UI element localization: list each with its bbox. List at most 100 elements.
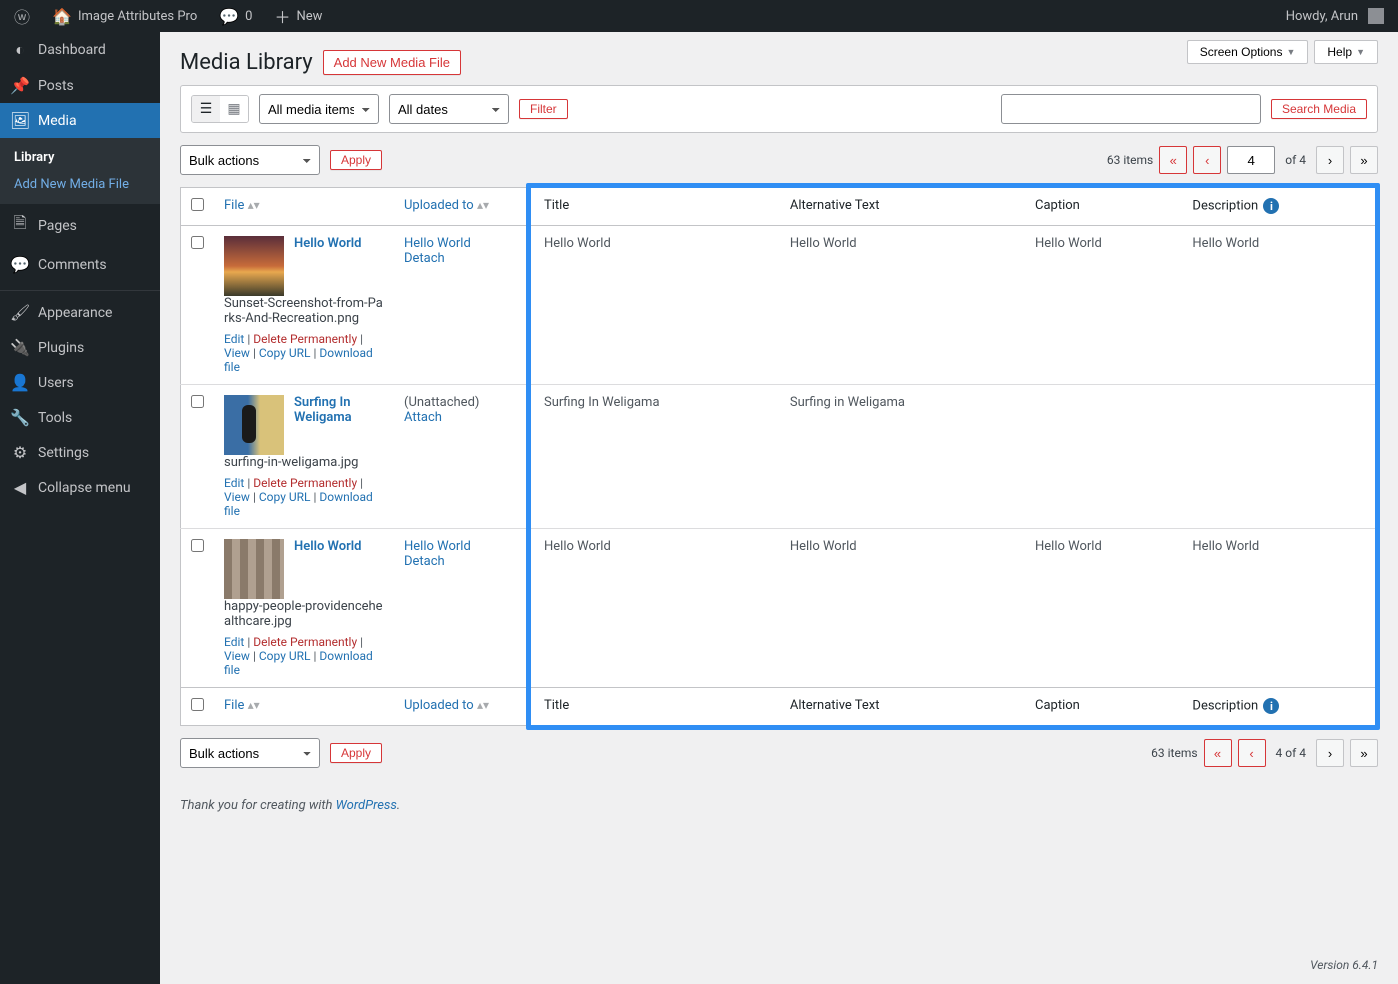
col-file[interactable]: File ▴▾ (214, 188, 394, 226)
wordpress-link[interactable]: WordPress (336, 798, 397, 813)
last-page-button-bottom[interactable]: » (1350, 739, 1378, 767)
sidebar-sub-add-new-media-file[interactable]: Add New Media File (0, 171, 160, 198)
comments-link[interactable]: 💬0 (213, 7, 258, 26)
info-icon[interactable]: i (1263, 198, 1279, 214)
select-all-checkbox[interactable] (191, 198, 204, 211)
prev-page-button-bottom[interactable]: ‹ (1238, 739, 1266, 767)
view-link[interactable]: View (224, 649, 250, 663)
next-page-button[interactable]: › (1316, 146, 1344, 174)
first-page-button-bottom[interactable]: « (1204, 739, 1232, 767)
cell-caption (1025, 385, 1182, 529)
media-thumbnail[interactable] (224, 539, 284, 599)
next-page-button-bottom[interactable]: › (1316, 739, 1344, 767)
media-type-filter[interactable]: All media items (259, 94, 379, 124)
delete-link[interactable]: Delete Permanently (253, 332, 357, 346)
search-media-button[interactable]: Search Media (1271, 99, 1367, 119)
row-checkbox[interactable] (191, 395, 204, 408)
first-page-button[interactable]: « (1159, 146, 1187, 174)
menu-icon: 📌 (10, 76, 30, 95)
avatar-icon (1368, 8, 1384, 24)
media-title-link[interactable]: Hello World (294, 539, 362, 554)
sidebar-sub-library[interactable]: Library (0, 144, 160, 171)
site-home[interactable]: 🏠Image Attributes Pro (46, 7, 203, 26)
wp-logo[interactable]: ⓦ (8, 4, 36, 28)
add-new-media-button[interactable]: Add New Media File (323, 50, 461, 75)
uploaded-to-link[interactable]: Hello World (404, 236, 471, 251)
edit-link[interactable]: Edit (224, 332, 244, 346)
media-title-link[interactable]: Hello World (294, 236, 362, 251)
help-button[interactable]: Help▼ (1314, 40, 1378, 64)
plus-icon: ＋ (274, 4, 290, 28)
sidebar-item-users[interactable]: 👤Users (0, 365, 160, 400)
media-search-input[interactable] (1001, 94, 1261, 124)
delete-link[interactable]: Delete Permanently (253, 635, 357, 649)
cell-description: Hello World (1182, 226, 1377, 385)
row-actions: Edit | Delete Permanently | View | Copy … (224, 332, 384, 374)
col-uploaded[interactable]: Uploaded to ▴▾ (394, 188, 534, 226)
row-checkbox[interactable] (191, 236, 204, 249)
items-count: 63 items (1107, 153, 1153, 167)
cell-title: Hello World (534, 529, 780, 688)
new-content[interactable]: ＋New (268, 4, 328, 28)
cell-title: Surfing In Weligama (534, 385, 780, 529)
sort-icon: ▴▾ (477, 198, 489, 212)
sidebar-item-collapse-menu[interactable]: ◀Collapse menu (0, 470, 160, 505)
sidebar-item-media[interactable]: 🖼Media (0, 103, 160, 138)
date-filter[interactable]: All dates (389, 94, 509, 124)
menu-icon: 🗎 (10, 212, 30, 239)
sort-icon: ▴▾ (248, 198, 260, 212)
select-all-checkbox-foot[interactable] (191, 698, 204, 711)
screen-options-button[interactable]: Screen Options▼ (1187, 40, 1309, 64)
cell-title: Hello World (534, 226, 780, 385)
menu-icon: 💬 (10, 255, 30, 274)
sidebar-item-tools[interactable]: 🔧Tools (0, 400, 160, 435)
filter-button[interactable]: Filter (519, 99, 568, 119)
col-uploaded-foot[interactable]: Uploaded to ▴▾ (394, 688, 534, 726)
media-filename: Sunset-Screenshot-from-Parks-And-Recreat… (224, 296, 384, 326)
col-alt: Alternative Text (780, 188, 1025, 226)
page-number-input[interactable] (1227, 146, 1275, 174)
sidebar-item-appearance[interactable]: 🖌Appearance (0, 295, 160, 330)
uploaded-to-link[interactable]: Hello World (404, 539, 471, 554)
apply-button-top[interactable]: Apply (330, 150, 382, 170)
grid-view-button[interactable]: ▦ (220, 96, 248, 122)
view-link[interactable]: View (224, 346, 250, 360)
comment-icon: 💬 (219, 7, 239, 26)
sidebar-item-comments[interactable]: 💬Comments (0, 247, 160, 282)
edit-link[interactable]: Edit (224, 476, 244, 490)
edit-link[interactable]: Edit (224, 635, 244, 649)
howdy-account[interactable]: Howdy, Arun (1280, 8, 1390, 24)
bulk-actions-select[interactable]: Bulk actions (180, 145, 320, 175)
cell-caption: Hello World (1025, 226, 1182, 385)
media-title-link[interactable]: Surfing In Weligama (294, 395, 352, 425)
col-caption: Caption (1025, 188, 1182, 226)
table-row: Hello World happy-people-providencehealt… (181, 529, 1378, 688)
copy-url-link[interactable]: Copy URL (259, 346, 311, 360)
media-thumbnail[interactable] (224, 395, 284, 455)
copy-url-link[interactable]: Copy URL (259, 490, 311, 504)
prev-page-button[interactable]: ‹ (1193, 146, 1221, 174)
row-checkbox[interactable] (191, 539, 204, 552)
sidebar-item-plugins[interactable]: 🔌Plugins (0, 330, 160, 365)
apply-button-bottom[interactable]: Apply (330, 743, 382, 763)
sidebar-item-settings[interactable]: ⚙Settings (0, 435, 160, 470)
copy-url-link[interactable]: Copy URL (259, 649, 311, 663)
sidebar-item-pages[interactable]: 🗎Pages (0, 204, 160, 247)
col-file-foot[interactable]: File ▴▾ (214, 688, 394, 726)
last-page-button[interactable]: » (1350, 146, 1378, 174)
list-view-button[interactable]: ☰ (192, 96, 220, 122)
view-link[interactable]: View (224, 490, 250, 504)
cell-caption: Hello World (1025, 529, 1182, 688)
cell-description: Hello World (1182, 529, 1377, 688)
sidebar-item-dashboard[interactable]: ◐Dashboard (0, 32, 160, 68)
attach-link[interactable]: Attach (404, 410, 442, 425)
menu-icon: ◐ (10, 40, 30, 60)
delete-link[interactable]: Delete Permanently (253, 476, 357, 490)
info-icon[interactable]: i (1263, 698, 1279, 714)
sidebar-item-posts[interactable]: 📌Posts (0, 68, 160, 103)
detach-link[interactable]: Detach (404, 251, 445, 266)
detach-link[interactable]: Detach (404, 554, 445, 569)
media-filename: surfing-in-weligama.jpg (224, 455, 384, 470)
media-thumbnail[interactable] (224, 236, 284, 296)
bulk-actions-select-bottom[interactable]: Bulk actions (180, 738, 320, 768)
